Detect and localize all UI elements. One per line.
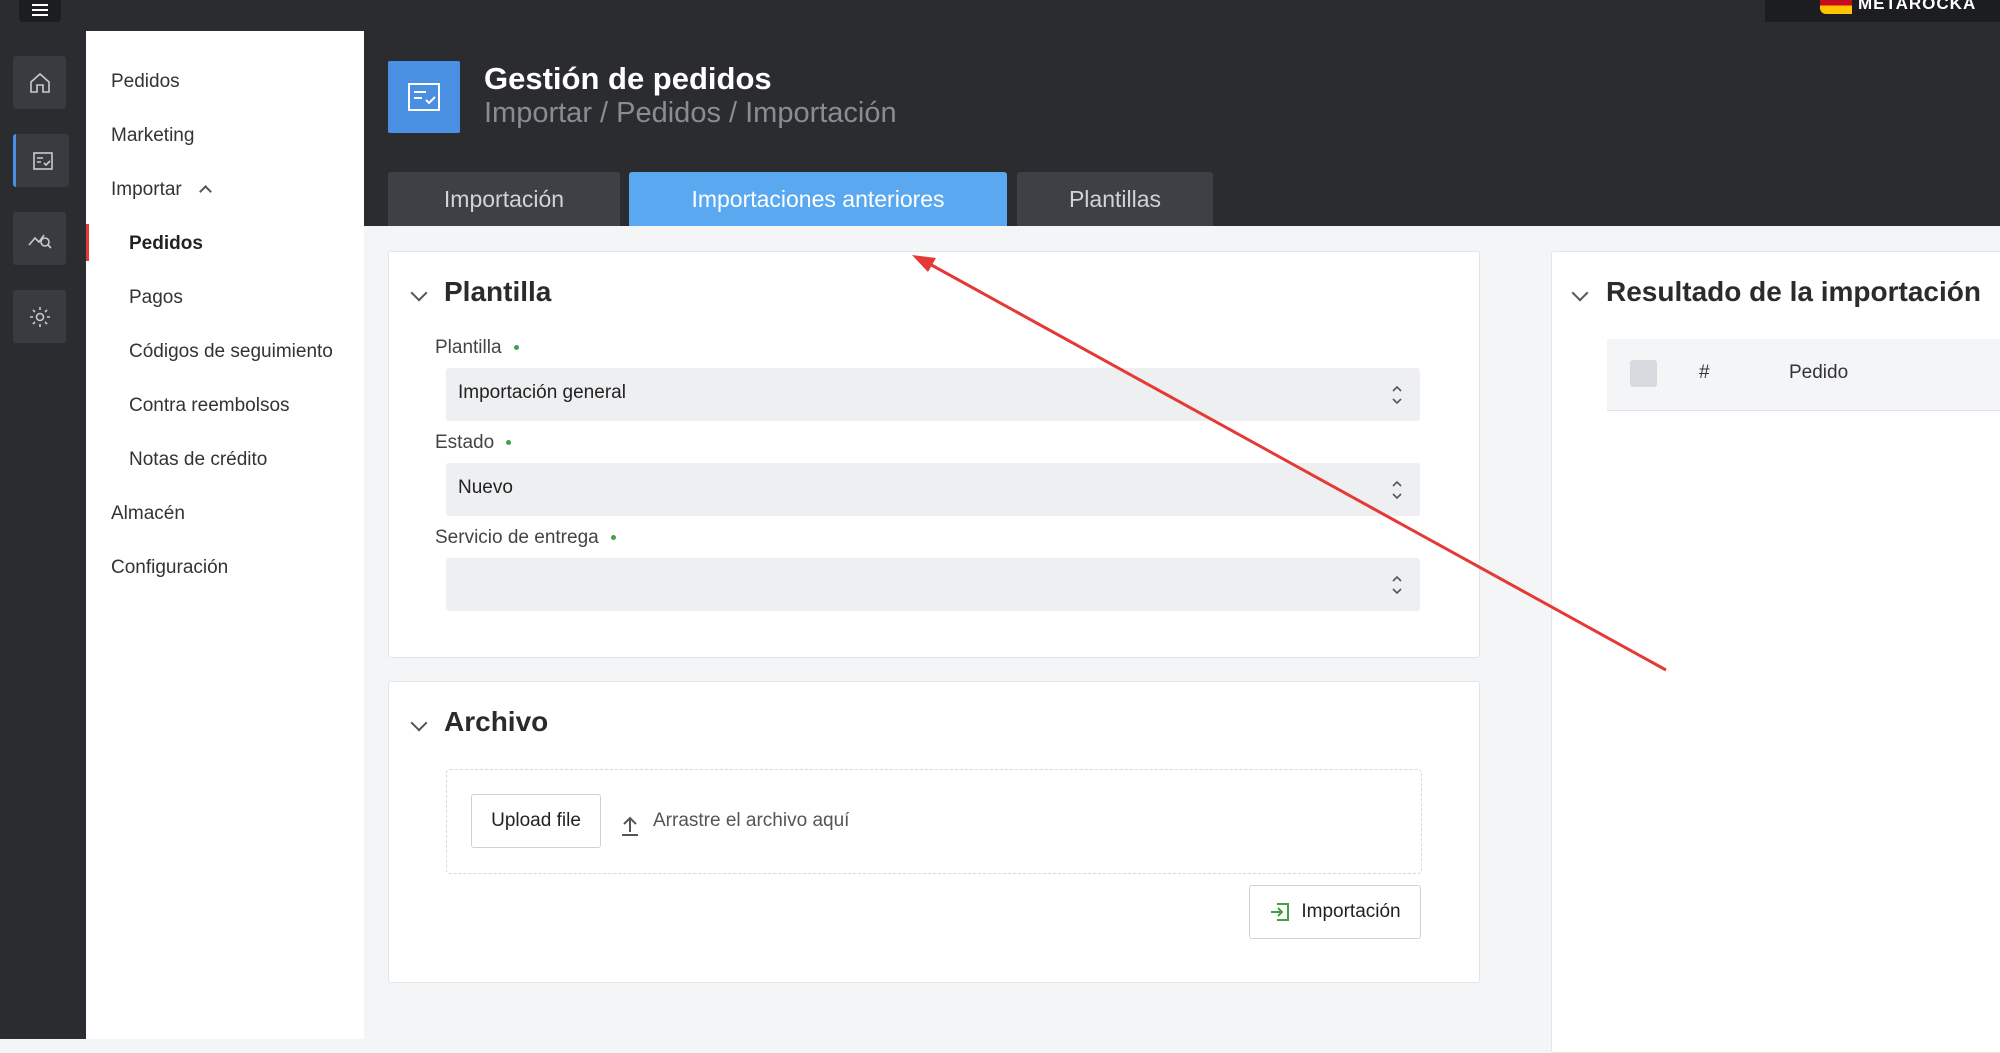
updown-chevron-icon bbox=[1392, 575, 1402, 595]
chevron-down-icon[interactable] bbox=[410, 714, 428, 732]
hamburger-icon[interactable] bbox=[19, 0, 61, 22]
tab-plantillas[interactable]: Plantillas bbox=[1017, 172, 1213, 226]
plantilla-card: Plantilla Plantilla Importación general … bbox=[388, 251, 1480, 658]
archivo-card: Archivo Upload file Arrastre el archivo … bbox=[388, 681, 1480, 983]
required-dot bbox=[610, 535, 616, 541]
breadcrumb: Importar / Pedidos / Importación bbox=[484, 97, 897, 129]
select-value: Nuevo bbox=[458, 477, 513, 498]
card-title: Resultado de la importación bbox=[1606, 276, 1981, 307]
servicio-entrega-select[interactable] bbox=[446, 558, 1420, 611]
updown-chevron-icon bbox=[1392, 385, 1402, 405]
submenu-item-label: Importar bbox=[111, 179, 182, 200]
submenu-item-pagos[interactable]: Pagos bbox=[129, 287, 183, 309]
orders-icon bbox=[388, 61, 460, 133]
column-header: # bbox=[1699, 362, 1710, 383]
tab-importaciones-anteriores[interactable]: Importaciones anteriores bbox=[629, 172, 1007, 226]
home-icon[interactable] bbox=[13, 56, 66, 109]
required-dot bbox=[513, 345, 519, 351]
brand-switcher[interactable]: METAROCKA bbox=[1765, 0, 2000, 22]
field-label: Servicio de entrega bbox=[435, 527, 616, 549]
submenu-item-importar[interactable]: Importar bbox=[111, 179, 212, 201]
active-indicator bbox=[86, 224, 89, 261]
submenu-item-codigos-seguimiento[interactable]: Códigos de seguimiento bbox=[129, 341, 333, 363]
chevron-down-icon[interactable] bbox=[1571, 284, 1589, 302]
select-all-checkbox[interactable] bbox=[1630, 360, 1657, 387]
chevron-up-icon bbox=[199, 185, 212, 198]
import-button[interactable]: Importación bbox=[1249, 885, 1421, 939]
import-icon bbox=[1271, 903, 1290, 921]
card-title: Plantilla bbox=[444, 276, 552, 307]
tab-importacion[interactable]: Importación bbox=[388, 172, 620, 226]
column-header: Pedido bbox=[1789, 362, 1849, 383]
updown-chevron-icon bbox=[1392, 480, 1402, 500]
orders-icon[interactable] bbox=[13, 134, 69, 187]
submenu-item-importar-pedidos[interactable]: Pedidos bbox=[129, 233, 203, 255]
plantilla-select[interactable]: Importación general bbox=[446, 368, 1420, 421]
field-label: Plantilla bbox=[435, 337, 519, 359]
submenu-item-notas-credito[interactable]: Notas de crédito bbox=[129, 449, 267, 471]
drop-hint: Arrastre el archivo aquí bbox=[653, 810, 850, 831]
import-button-label: Importación bbox=[1301, 901, 1401, 922]
submenu-item-pedidos[interactable]: Pedidos bbox=[111, 71, 180, 93]
top-bar: METAROCKA bbox=[0, 0, 2000, 31]
upload-file-button[interactable]: Upload file bbox=[471, 794, 601, 848]
file-drop-zone[interactable]: Upload file Arrastre el archivo aquí bbox=[446, 769, 1422, 874]
field-label: Estado bbox=[435, 432, 512, 454]
select-value: Importación general bbox=[458, 382, 626, 403]
settings-icon[interactable] bbox=[13, 290, 66, 343]
card-title: Archivo bbox=[444, 706, 549, 737]
brand-name: METAROCKA bbox=[1858, 0, 1977, 13]
icon-rail bbox=[0, 31, 86, 1039]
estado-select[interactable]: Nuevo bbox=[446, 463, 1420, 516]
submenu-item-marketing[interactable]: Marketing bbox=[111, 125, 194, 147]
flag-icon bbox=[1820, 0, 1852, 14]
upload-icon bbox=[622, 816, 638, 836]
analytics-icon[interactable] bbox=[13, 212, 66, 265]
submenu-item-contra-reembolsos[interactable]: Contra reembolsos bbox=[129, 395, 290, 417]
result-table-header: # Pedido bbox=[1607, 339, 2000, 411]
submenu: Pedidos Marketing Importar Pedidos Pagos… bbox=[86, 31, 364, 1039]
submenu-item-almacen[interactable]: Almacén bbox=[111, 503, 185, 525]
required-dot bbox=[506, 440, 512, 446]
submenu-item-configuracion[interactable]: Configuración bbox=[111, 557, 228, 579]
page-title: Gestión de pedidos bbox=[484, 61, 772, 96]
page-header: Gestión de pedidos Importar / Pedidos / … bbox=[364, 31, 2000, 226]
chevron-down-icon[interactable] bbox=[410, 284, 428, 302]
